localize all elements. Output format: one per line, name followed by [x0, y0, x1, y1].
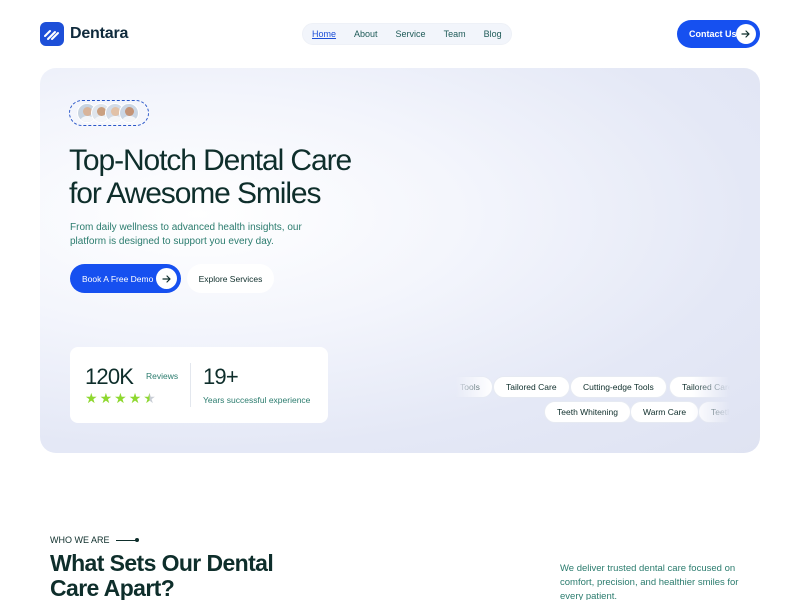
service-tag: Teeth Whitening: [698, 401, 730, 423]
eyebrow-line: [115, 538, 139, 542]
stats-card: 120K Reviews ★ ★ ★ ★ ★ 19+ Years success…: [70, 347, 328, 423]
nav-item-service[interactable]: Service: [396, 29, 426, 39]
rating-stars: ★ ★ ★ ★ ★: [85, 391, 156, 405]
years-label: Years successful experience: [203, 395, 311, 405]
star-icon: ★: [85, 390, 98, 406]
hero-title-line2: for Awesome Smiles: [69, 177, 322, 210]
book-demo-label: Book A Free Demo: [82, 273, 154, 284]
divider: [190, 363, 191, 407]
hero-description: From daily wellness to advanced health i…: [70, 222, 302, 247]
service-tag: Tools: [455, 376, 493, 398]
contact-us-label: Contact Us: [689, 29, 737, 39]
star-icon: ★: [99, 390, 113, 406]
section-title-line2: Care Apart?: [50, 575, 175, 600]
service-tag: Warm Care: [630, 401, 700, 423]
section-title-line1: What Sets Our Dental: [50, 550, 274, 576]
hero-title-line1: Top-Notch Dental Care: [69, 144, 352, 177]
main-nav: Home About Service Team Blog: [302, 23, 512, 45]
service-tag: Teeth Whitening: [544, 401, 631, 423]
eyebrow-label: WHO WE ARE: [50, 535, 110, 545]
avatar: [119, 103, 139, 123]
nav-item-about[interactable]: About: [354, 29, 378, 39]
hero-section: Top-Notch Dental Care for Awesome Smiles…: [40, 68, 760, 453]
reviews-count: 120K: [85, 364, 134, 389]
arrow-right-icon: [736, 24, 756, 44]
star-icon: ★: [114, 390, 127, 406]
reviews-label: Reviews: [146, 371, 179, 381]
service-tag: Tailored Care: [669, 376, 730, 398]
hero-title: Top-Notch Dental Care for Awesome Smiles: [69, 144, 399, 210]
explore-services-button[interactable]: Explore Services: [187, 264, 274, 293]
arrow-right-icon: [156, 268, 177, 289]
logo-icon: [40, 22, 64, 46]
section-eyebrow: WHO WE ARE: [50, 535, 139, 545]
service-tags-marquee: Tools Tailored Care Cutting-edge Tools T…: [455, 374, 730, 426]
brand-name: Dentara: [70, 25, 129, 42]
star-half-icon: ★: [143, 390, 156, 406]
contact-us-button[interactable]: Contact Us: [677, 20, 760, 48]
nav-item-blog[interactable]: Blog: [484, 29, 502, 39]
brand-logo[interactable]: Dentara: [40, 22, 128, 46]
section-title: What Sets Our Dental Care Apart?: [50, 551, 310, 600]
star-icon: ★: [128, 390, 142, 406]
service-tag: Tailored Care: [493, 376, 570, 398]
section-description: We deliver trusted dental care focused o…: [560, 563, 739, 600]
years-count: 19+: [203, 364, 239, 389]
nav-item-home[interactable]: Home: [312, 29, 336, 39]
service-tag: Cutting-edge Tools: [570, 376, 667, 398]
book-demo-button[interactable]: Book A Free Demo: [70, 264, 181, 293]
doctor-avatars: [69, 100, 149, 126]
nav-item-team[interactable]: Team: [444, 29, 466, 39]
